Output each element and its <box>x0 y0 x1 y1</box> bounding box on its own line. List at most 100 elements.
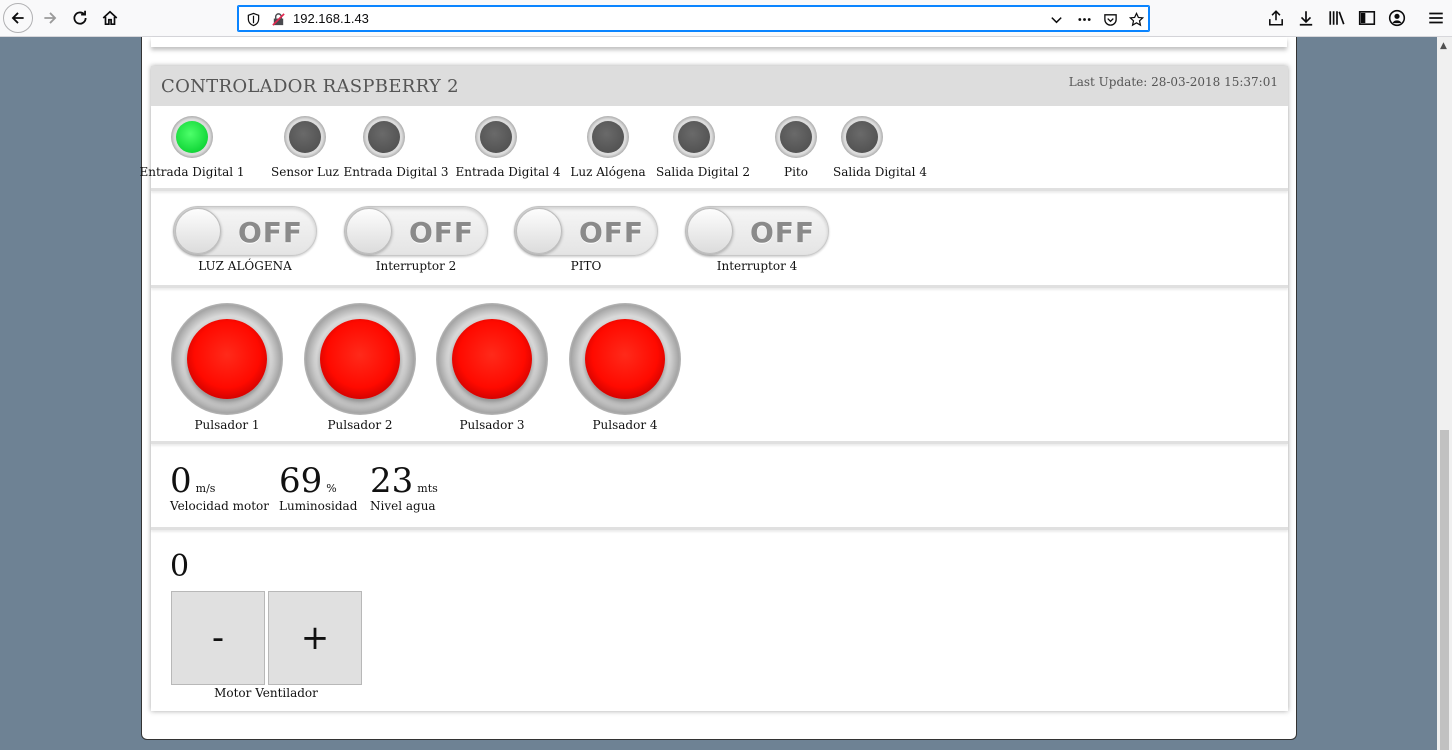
led-label: Salida Digital 4 <box>833 165 927 179</box>
led-label: Salida Digital 2 <box>656 165 750 179</box>
sensor-luminosidad: 69% Luminosidad <box>279 461 357 513</box>
led-indicator <box>171 116 213 158</box>
home-icon <box>102 10 118 26</box>
reload-icon <box>73 10 87 25</box>
scroll-up-icon[interactable]: ▲ <box>1440 41 1447 51</box>
menu-button[interactable] <box>1423 5 1449 31</box>
insecure-lock-icon[interactable] <box>269 10 287 28</box>
switch-label: Interruptor 2 <box>375 259 457 273</box>
share-icon <box>1269 10 1283 26</box>
led-indicator <box>363 116 405 158</box>
led-indicator <box>775 116 817 158</box>
more-actions-icon[interactable] <box>1075 10 1093 28</box>
led-label: Entrada Digital 1 <box>139 165 245 179</box>
toggle-switch[interactable]: OFF <box>173 206 317 256</box>
card-header: CONTROLADOR RASPBERRY 2 Last Update: 28-… <box>151 66 1288 106</box>
last-update: Last Update: 28-03-2018 15:37:01 <box>1068 75 1278 89</box>
toggle-switch[interactable]: OFF <box>344 206 488 256</box>
toggle-knob[interactable] <box>346 208 392 254</box>
led-label: Pito <box>784 165 808 179</box>
push-button[interactable] <box>436 303 548 415</box>
motor-value: 0 <box>170 549 190 584</box>
scroll-thumb[interactable] <box>1440 430 1449 750</box>
toggle-state: OFF <box>238 216 304 249</box>
sensor-value: 23 <box>370 461 414 501</box>
reload-button[interactable] <box>67 5 93 31</box>
downloads-button[interactable] <box>1293 5 1319 31</box>
led-label: Sensor Luz <box>270 165 340 179</box>
led-indicator <box>284 116 326 158</box>
push-button-label: Pulsador 3 <box>459 418 525 432</box>
sensor-unit: m/s <box>195 482 216 495</box>
library-button[interactable] <box>1324 5 1350 31</box>
push-button-cap[interactable] <box>187 319 267 399</box>
account-icon <box>1388 9 1406 27</box>
bookmark-star-icon[interactable] <box>1127 10 1145 28</box>
push-button-cap[interactable] <box>452 319 532 399</box>
push-button[interactable] <box>569 303 681 415</box>
download-icon <box>1299 11 1313 26</box>
controller-card: CONTROLADOR RASPBERRY 2 Last Update: 28-… <box>139 66 1288 711</box>
shield-icon[interactable] <box>244 10 262 28</box>
chevron-down-icon[interactable] <box>1047 10 1065 28</box>
sensor-unit: % <box>326 482 337 495</box>
account-button[interactable] <box>1384 5 1410 31</box>
home-button[interactable] <box>97 5 123 31</box>
url-text[interactable]: 192.168.1.43 <box>293 11 369 26</box>
library-icon <box>1329 11 1345 25</box>
card-title: CONTROLADOR RASPBERRY 2 <box>161 76 459 97</box>
forward-arrow-icon <box>44 12 57 24</box>
toggle-switch[interactable]: OFF <box>514 206 658 256</box>
sensor-value: 69 <box>279 461 323 501</box>
push-buttons-section: Pulsador 1 Pulsador 2 Pulsador 3 Pulsado… <box>151 288 1288 444</box>
switch-label: Interruptor 4 <box>716 259 798 273</box>
sensor-label: Nivel agua <box>370 499 436 513</box>
url-bar[interactable]: 192.168.1.43 <box>237 5 1150 32</box>
led-indicator <box>587 116 629 158</box>
toggle-state: OFF <box>579 216 645 249</box>
switch-label: PITO <box>570 259 602 273</box>
toggle-knob[interactable] <box>687 208 733 254</box>
sensor-nivel-agua: 23 mts Nivel agua <box>370 461 438 513</box>
digital-io-section: Entrada Digital 1 Sensor Luz Entrada Dig… <box>139 106 1288 191</box>
push-button-label: Pulsador 4 <box>592 418 658 432</box>
back-arrow-icon <box>11 12 24 24</box>
push-button-cap[interactable] <box>585 319 665 399</box>
toggle-state: OFF <box>750 216 816 249</box>
sensor-label: Luminosidad <box>279 499 358 513</box>
browser-toolbar: 192.168.1.43 <box>0 0 1452 37</box>
push-button-cap[interactable] <box>320 319 400 399</box>
page-scrollbar[interactable]: ▲ <box>1437 37 1452 750</box>
toggle-state: OFF <box>409 216 475 249</box>
led-label: Entrada Digital 4 <box>455 165 561 179</box>
led-indicator <box>841 116 883 158</box>
back-button[interactable] <box>3 3 33 33</box>
push-button-label: Pulsador 2 <box>327 418 393 432</box>
pocket-icon[interactable] <box>1101 10 1119 28</box>
push-button-label: Pulsador 1 <box>194 418 260 432</box>
motor-increase-button[interactable]: + <box>268 591 362 685</box>
switches-section: OFF LUZ ALÓGENA OFF Interruptor 2 OFF PI… <box>151 191 1288 288</box>
sensor-value: 0 <box>170 461 192 501</box>
push-button[interactable] <box>304 303 416 415</box>
share-button[interactable] <box>1263 5 1289 31</box>
sidebar-icon <box>1358 11 1376 25</box>
sidebar-button[interactable] <box>1354 5 1380 31</box>
sensor-velocidad: 0 m/s Velocidad motor <box>170 461 269 513</box>
sensor-unit: mts <box>417 482 438 495</box>
page-container: CONTROLADOR RASPBERRY 2 Last Update: 28-… <box>139 37 1297 740</box>
motor-decrease-button[interactable]: - <box>171 591 265 685</box>
led-indicator <box>673 116 715 158</box>
previous-card-edge <box>151 37 1287 47</box>
sensor-label: Velocidad motor <box>170 499 270 513</box>
toggle-switch[interactable]: OFF <box>685 206 829 256</box>
led-indicator <box>475 116 517 158</box>
toggle-knob[interactable] <box>516 208 562 254</box>
switch-label: LUZ ALÓGENA <box>198 259 292 273</box>
forward-button[interactable] <box>37 5 63 31</box>
toggle-knob[interactable] <box>175 208 221 254</box>
motor-label: Motor Ventilador <box>214 686 318 700</box>
led-label: Entrada Digital 3 <box>343 165 449 179</box>
push-button[interactable] <box>171 303 283 415</box>
hamburger-menu-icon <box>1429 12 1443 24</box>
